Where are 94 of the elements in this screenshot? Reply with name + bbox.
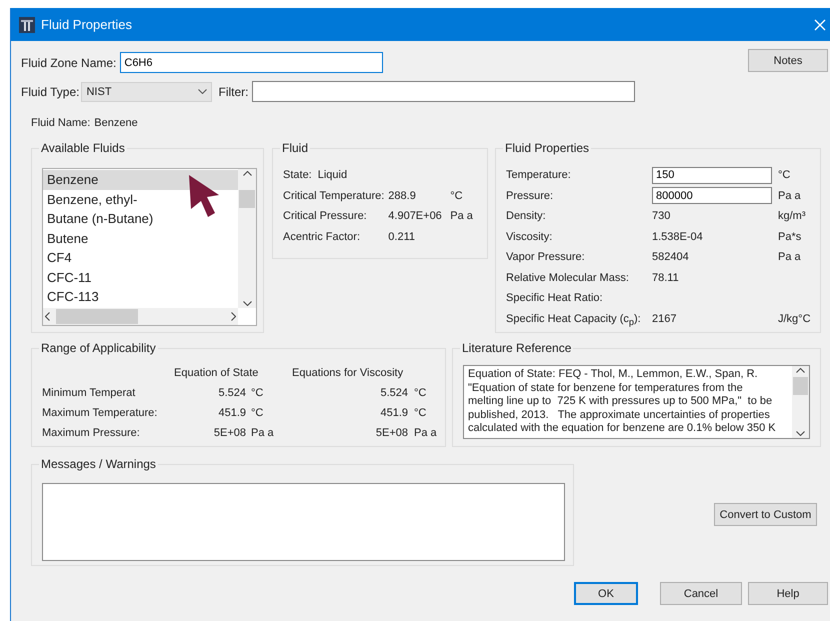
list-item[interactable]: Butane (n-Butane) — [43, 209, 238, 228]
row-label: Minimum Temperat — [42, 386, 136, 401]
unit-label: Pa a — [413, 426, 438, 441]
list-item[interactable]: Benzene, ethyl- — [43, 190, 238, 209]
field-label: Filter: — [218, 84, 248, 98]
group-title: Available Fluids — [40, 141, 126, 155]
field-label: Viscosity: — [506, 230, 554, 244]
field-label: Fluid Zone Name: — [21, 56, 116, 70]
chevron-up-icon[interactable] — [242, 171, 252, 176]
list-item[interactable]: CF4 — [43, 248, 238, 268]
list-item[interactable]: CFC-113 — [43, 287, 238, 306]
row-label: Maximum Pressure: — [42, 426, 141, 441]
app-icon — [19, 16, 35, 32]
cell-value: 451.9 — [380, 406, 408, 421]
row-label: Maximum Temperature: — [42, 406, 158, 421]
group-title: Fluid — [281, 141, 310, 155]
notes-button[interactable]: Notes — [748, 49, 828, 72]
chevron-down-icon[interactable] — [796, 431, 805, 436]
number-field[interactable]: 150 — [652, 166, 772, 184]
chevron-right-icon[interactable] — [231, 312, 236, 321]
field-value: 4.907E+06 — [388, 209, 443, 224]
dropdown[interactable]: NIST — [81, 82, 212, 102]
field-value: Liquid — [318, 168, 348, 183]
dialog-button[interactable]: OK — [574, 582, 638, 605]
unit-label: Pa*s — [778, 230, 802, 244]
vertical-scrollbar[interactable] — [238, 169, 256, 308]
close-icon[interactable] — [814, 18, 826, 30]
horizontal-scrollbar[interactable] — [43, 308, 238, 325]
field-label: Pressure: — [506, 188, 554, 204]
column-header: Equations for Viscosity — [292, 366, 404, 381]
scroll-thumb[interactable] — [239, 190, 255, 208]
field-value: 288.9 — [388, 188, 417, 204]
unit-label: Pa a — [450, 209, 474, 224]
reference-text: Equation of State: FEQ - Thol, M., Lemmon, E.W., Span, R. "Equation of state for benzene for temperatures from the melting line up to 725 K with pressures up to 500 MPa," to be published, 2013. The approximate uncertainties of properties calculated with the equation for benzene are 0.1% below 350 K — [467, 367, 777, 436]
field-label: Critical Pressure: — [283, 209, 368, 224]
group-title: Literature Reference — [461, 341, 572, 355]
cell-value: 5.524 — [380, 386, 408, 401]
field-value: 2167 — [652, 312, 678, 326]
unit-label: Pa a — [778, 250, 802, 265]
field-label: Critical Temperature: — [283, 188, 384, 204]
cell-value: 5.524 — [218, 386, 246, 401]
field-label: Acentric Factor: — [283, 230, 362, 244]
field-label: Relative Molecular Mass: — [506, 270, 630, 286]
field-value: 730 — [652, 209, 672, 224]
fluid-list[interactable]: Benzene Benzene, ethyl- Butane (n-Butane) Butene CF4 CFC-11 CFC-113 — [42, 168, 257, 326]
group-title: Range of Applicability — [40, 341, 157, 355]
number-field[interactable]: 800000 — [652, 187, 772, 204]
chevron-down-icon — [198, 89, 208, 94]
field-label: State: — [283, 168, 312, 183]
list-item[interactable]: Benzene — [43, 170, 238, 190]
field-value: 1.538E-04 — [652, 230, 704, 244]
dropdown-value: NIST — [86, 86, 112, 98]
cell-value: 5E+08 — [376, 426, 408, 441]
unit-label: °C — [778, 168, 792, 183]
unit-label: J/kg°C — [778, 312, 811, 326]
unit-label: °C — [413, 386, 428, 401]
unit-label: °C — [250, 406, 264, 421]
field-label: Temperature: — [506, 168, 572, 183]
vertical-scrollbar[interactable] — [792, 366, 809, 438]
field-label: Specific Heat Capacity (c$_{p}$): — [506, 312, 642, 329]
cell-value: 451.9 — [218, 406, 246, 421]
filter-field[interactable] — [252, 81, 636, 102]
convert-button[interactable]: Convert to Custom — [714, 503, 817, 526]
chevron-left-icon[interactable] — [45, 312, 50, 321]
unit-label: °C — [413, 406, 428, 421]
list-item[interactable]: CFC-11 — [43, 268, 238, 287]
field-label: Fluid Name: — [31, 117, 90, 129]
group-title: Fluid Properties — [504, 141, 590, 155]
unit-label: Pa a — [778, 188, 802, 204]
scroll-thumb[interactable] — [56, 309, 138, 324]
field-label: Fluid Type: — [21, 84, 80, 98]
field-value: 582404 — [652, 250, 690, 265]
chevron-down-icon[interactable] — [242, 301, 252, 306]
dialog-button[interactable]: Cancel — [660, 582, 742, 605]
field-value: 78.11 — [652, 270, 680, 286]
unit-label: °C — [250, 386, 264, 401]
cursor-icon — [187, 173, 221, 219]
scroll-thumb[interactable] — [793, 377, 808, 395]
cell-value: 5E+08 — [214, 426, 246, 441]
group-title: Messages / Warnings — [40, 457, 157, 471]
field-label: Vapor Pressure: — [506, 250, 586, 265]
text-field[interactable]: C6H6 — [120, 52, 384, 73]
chevron-up-icon[interactable] — [796, 368, 805, 373]
unit-label: °C — [450, 188, 464, 204]
column-header: Equation of State — [173, 366, 260, 381]
unit-label: Pa a — [250, 426, 275, 441]
field-label: Specific Heat Ratio: — [506, 291, 604, 306]
window-title: Fluid Properties — [41, 17, 134, 32]
unit-label: kg/m³ — [778, 209, 806, 224]
field-value: 0.211 — [388, 230, 416, 244]
dialog-button[interactable]: Help — [748, 582, 828, 605]
field-value: Benzene — [94, 117, 138, 129]
field-label: Density: — [506, 209, 547, 224]
list-item[interactable]: Butene — [43, 228, 238, 248]
